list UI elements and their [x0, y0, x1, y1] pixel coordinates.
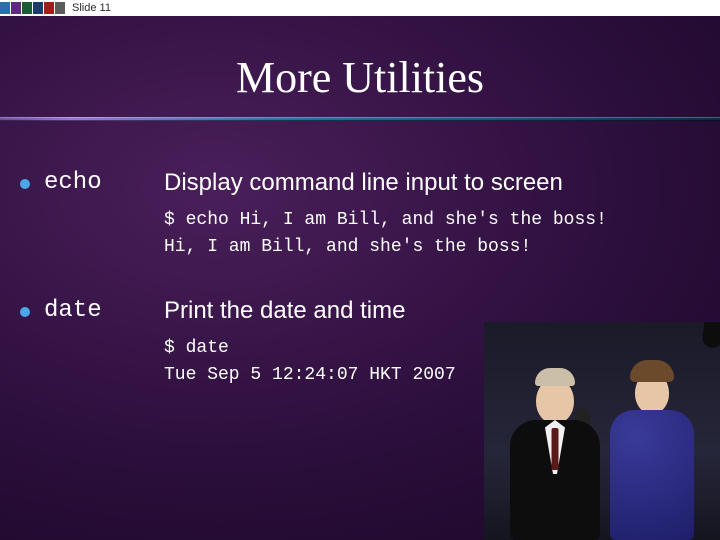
command-description: Display command line input to screen [164, 169, 720, 197]
slide-title: More Utilities [0, 52, 720, 103]
bullet-icon [20, 179, 30, 189]
person-figure [610, 360, 694, 540]
command-name: date [44, 297, 164, 324]
utility-item: echo Display command line input to scree… [20, 169, 720, 261]
person-figure [510, 368, 600, 540]
bullet-icon [20, 307, 30, 317]
terminal-output: $ echo Hi, I am Bill, and she's the boss… [164, 207, 720, 261]
logo [0, 0, 66, 16]
slide-number: Slide 11 [72, 2, 111, 14]
header-bar: Slide 11 [0, 0, 720, 16]
slide-photo [484, 322, 720, 540]
command-name: echo [44, 169, 164, 196]
command-description: Print the date and time [164, 297, 720, 325]
